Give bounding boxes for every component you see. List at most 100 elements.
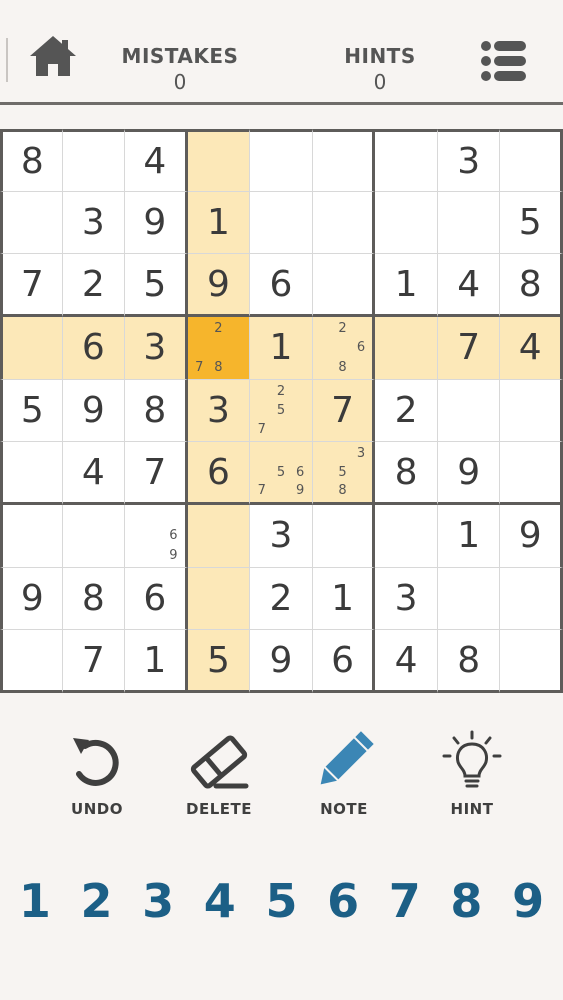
note-button[interactable]: NOTE (289, 730, 399, 818)
cell-r3-c1[interactable]: 7 (0, 254, 63, 317)
menu-button[interactable] (478, 38, 530, 86)
cell-r7-c8[interactable]: 1 (437, 505, 501, 568)
cell-r3-c8[interactable]: 4 (437, 254, 501, 317)
cell-r3-c6[interactable] (312, 254, 376, 317)
numpad-key-6[interactable]: 6 (315, 874, 371, 928)
cell-r8-c9[interactable] (500, 567, 563, 631)
cell-r4-c8[interactable]: 7 (437, 317, 501, 380)
cell-r9-c7[interactable]: 4 (375, 630, 438, 693)
cell-r2-c5[interactable] (250, 191, 313, 255)
cell-r6-c9[interactable] (500, 442, 563, 505)
cell-r2-c8[interactable] (437, 191, 501, 255)
cell-r6-c1[interactable] (0, 442, 63, 505)
cell-r3-c2[interactable]: 2 (62, 254, 126, 317)
cell-r8-c1[interactable]: 9 (0, 567, 63, 631)
cell-r4-c7[interactable] (375, 317, 438, 380)
cell-r8-c5[interactable]: 2 (250, 567, 313, 631)
note-5 (333, 338, 352, 357)
cell-value: 2 (81, 263, 105, 305)
cell-r2-c9[interactable]: 5 (500, 191, 563, 255)
cell-r7-c3[interactable]: 69 (125, 505, 188, 568)
cell-r4-c4[interactable]: 2 78 (187, 317, 251, 380)
cell-r6-c7[interactable]: 8 (375, 442, 438, 505)
cell-r4-c2[interactable]: 6 (62, 317, 126, 380)
cell-r1-c1[interactable]: 8 (0, 129, 63, 192)
cell-r3-c9[interactable]: 8 (500, 254, 563, 317)
cell-r8-c8[interactable] (437, 567, 501, 631)
cell-r9-c6[interactable]: 6 (312, 630, 376, 693)
numpad-key-8[interactable]: 8 (438, 874, 494, 928)
cell-r2-c7[interactable] (375, 191, 438, 255)
cell-r6-c3[interactable]: 7 (125, 442, 188, 505)
cell-r6-c4[interactable]: 6 (187, 442, 251, 505)
cell-r7-c7[interactable] (375, 505, 438, 568)
cell-r6-c2[interactable]: 4 (62, 442, 126, 505)
delete-button[interactable]: DELETE (164, 730, 274, 818)
cell-r1-c2[interactable] (62, 129, 126, 192)
cell-r2-c2[interactable]: 3 (62, 191, 126, 255)
cell-r5-c2[interactable]: 9 (62, 379, 126, 443)
cell-r7-c6[interactable] (312, 505, 376, 568)
cell-r6-c8[interactable]: 9 (437, 442, 501, 505)
cell-r1-c5[interactable] (250, 129, 313, 192)
cell-r8-c3[interactable]: 6 (125, 567, 188, 631)
cell-r7-c2[interactable] (62, 505, 126, 568)
cell-r5-c5[interactable]: 2 57 (250, 379, 313, 443)
cell-r4-c3[interactable]: 3 (125, 317, 188, 380)
cell-r9-c4[interactable]: 5 (187, 630, 251, 693)
numpad-key-7[interactable]: 7 (377, 874, 433, 928)
cell-r5-c1[interactable]: 5 (0, 379, 63, 443)
cell-r3-c5[interactable]: 6 (250, 254, 313, 317)
numpad-key-2[interactable]: 2 (68, 874, 124, 928)
cell-r1-c7[interactable] (375, 129, 438, 192)
cell-r9-c2[interactable]: 7 (62, 630, 126, 693)
cell-r4-c5[interactable]: 1 (250, 317, 313, 380)
numpad-key-1[interactable]: 1 (7, 874, 63, 928)
cell-r1-c3[interactable]: 4 (125, 129, 188, 192)
cell-r9-c5[interactable]: 9 (250, 630, 313, 693)
cell-r4-c6[interactable]: 268 (312, 317, 376, 380)
numpad-key-9[interactable]: 9 (500, 874, 556, 928)
cell-r4-c9[interactable]: 4 (500, 317, 563, 380)
numpad-key-3[interactable]: 3 (130, 874, 186, 928)
cell-r8-c7[interactable]: 3 (375, 567, 438, 631)
cell-r2-c6[interactable] (312, 191, 376, 255)
home-button[interactable] (26, 32, 80, 80)
cell-r9-c3[interactable]: 1 (125, 630, 188, 693)
cell-r4-c1[interactable] (0, 317, 63, 380)
cell-r8-c2[interactable]: 8 (62, 567, 126, 631)
hint-button[interactable]: HINT (417, 730, 527, 818)
cell-r3-c7[interactable]: 1 (375, 254, 438, 317)
numpad-key-5[interactable]: 5 (253, 874, 309, 928)
cell-r6-c6[interactable]: 35 8 (312, 442, 376, 505)
cell-r1-c8[interactable]: 3 (437, 129, 501, 192)
cell-r7-c9[interactable]: 9 (500, 505, 563, 568)
cell-r5-c3[interactable]: 8 (125, 379, 188, 443)
cell-r9-c8[interactable]: 8 (437, 630, 501, 693)
cell-r7-c1[interactable] (0, 505, 63, 568)
cell-value: 3 (394, 577, 418, 619)
undo-icon (73, 738, 119, 786)
cell-r7-c4[interactable] (187, 505, 251, 568)
cell-r6-c5[interactable]: 56 7 9 (250, 442, 313, 505)
cell-r5-c8[interactable] (437, 379, 501, 443)
cell-r9-c1[interactable] (0, 630, 63, 693)
cell-r7-c5[interactable]: 3 (250, 505, 313, 568)
cell-r2-c1[interactable] (0, 191, 63, 255)
cell-r3-c3[interactable]: 5 (125, 254, 188, 317)
cell-r2-c4[interactable]: 1 (187, 191, 251, 255)
cell-r1-c6[interactable] (312, 129, 376, 192)
cell-r2-c3[interactable]: 9 (125, 191, 188, 255)
undo-button[interactable]: UNDO (42, 730, 152, 818)
cell-r3-c4[interactable]: 9 (187, 254, 251, 317)
cell-r5-c9[interactable] (500, 379, 563, 443)
cell-r8-c4[interactable] (187, 567, 251, 631)
numpad-key-4[interactable]: 4 (192, 874, 248, 928)
cell-r1-c4[interactable] (187, 129, 251, 192)
cell-r5-c4[interactable]: 3 (187, 379, 251, 443)
cell-r1-c9[interactable] (500, 129, 563, 192)
cell-r8-c6[interactable]: 1 (312, 567, 376, 631)
cell-r9-c9[interactable] (500, 630, 563, 693)
cell-r5-c6[interactable]: 7 (312, 379, 376, 443)
cell-r5-c7[interactable]: 2 (375, 379, 438, 443)
